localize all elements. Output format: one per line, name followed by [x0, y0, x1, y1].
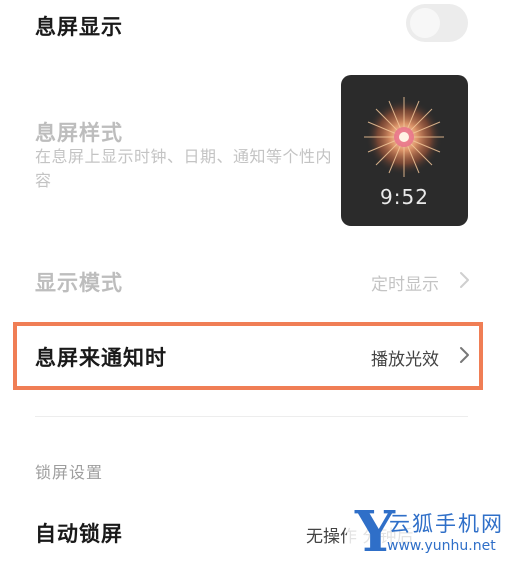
toggle-knob [410, 8, 440, 38]
preview-time: 9:52 [380, 185, 429, 209]
aod-style-title: 息屏样式 [35, 121, 123, 145]
display-mode-value: 定时显示 [371, 275, 439, 295]
firework-clock-art-icon [364, 97, 444, 177]
highlight-box [13, 322, 483, 390]
auto-lock-title: 自动锁屏 [35, 522, 123, 546]
aod-style-preview[interactable]: 9:52 [341, 75, 468, 226]
display-mode-title: 显示模式 [35, 271, 123, 295]
aod-style-subtitle: 在息屏上显示时钟、日期、通知等个性内容 [35, 147, 333, 190]
display-mode-row[interactable]: 显示模式 定时显示 [0, 250, 527, 310]
watermark-url: www.yunhu.net [387, 538, 496, 554]
aod-display-row[interactable]: 息屏显示 [0, 0, 527, 50]
watermark-logo: Y 云狐手机网 www.yunhu.net [347, 502, 527, 568]
watermark-name: 云狐手机网 [389, 512, 504, 536]
aod-display-title: 息屏显示 [35, 15, 123, 39]
section-divider [35, 416, 468, 417]
chevron-right-icon [460, 272, 469, 288]
lockscreen-section-header: 锁屏设置 [35, 463, 104, 482]
aod-display-toggle[interactable] [406, 4, 468, 42]
